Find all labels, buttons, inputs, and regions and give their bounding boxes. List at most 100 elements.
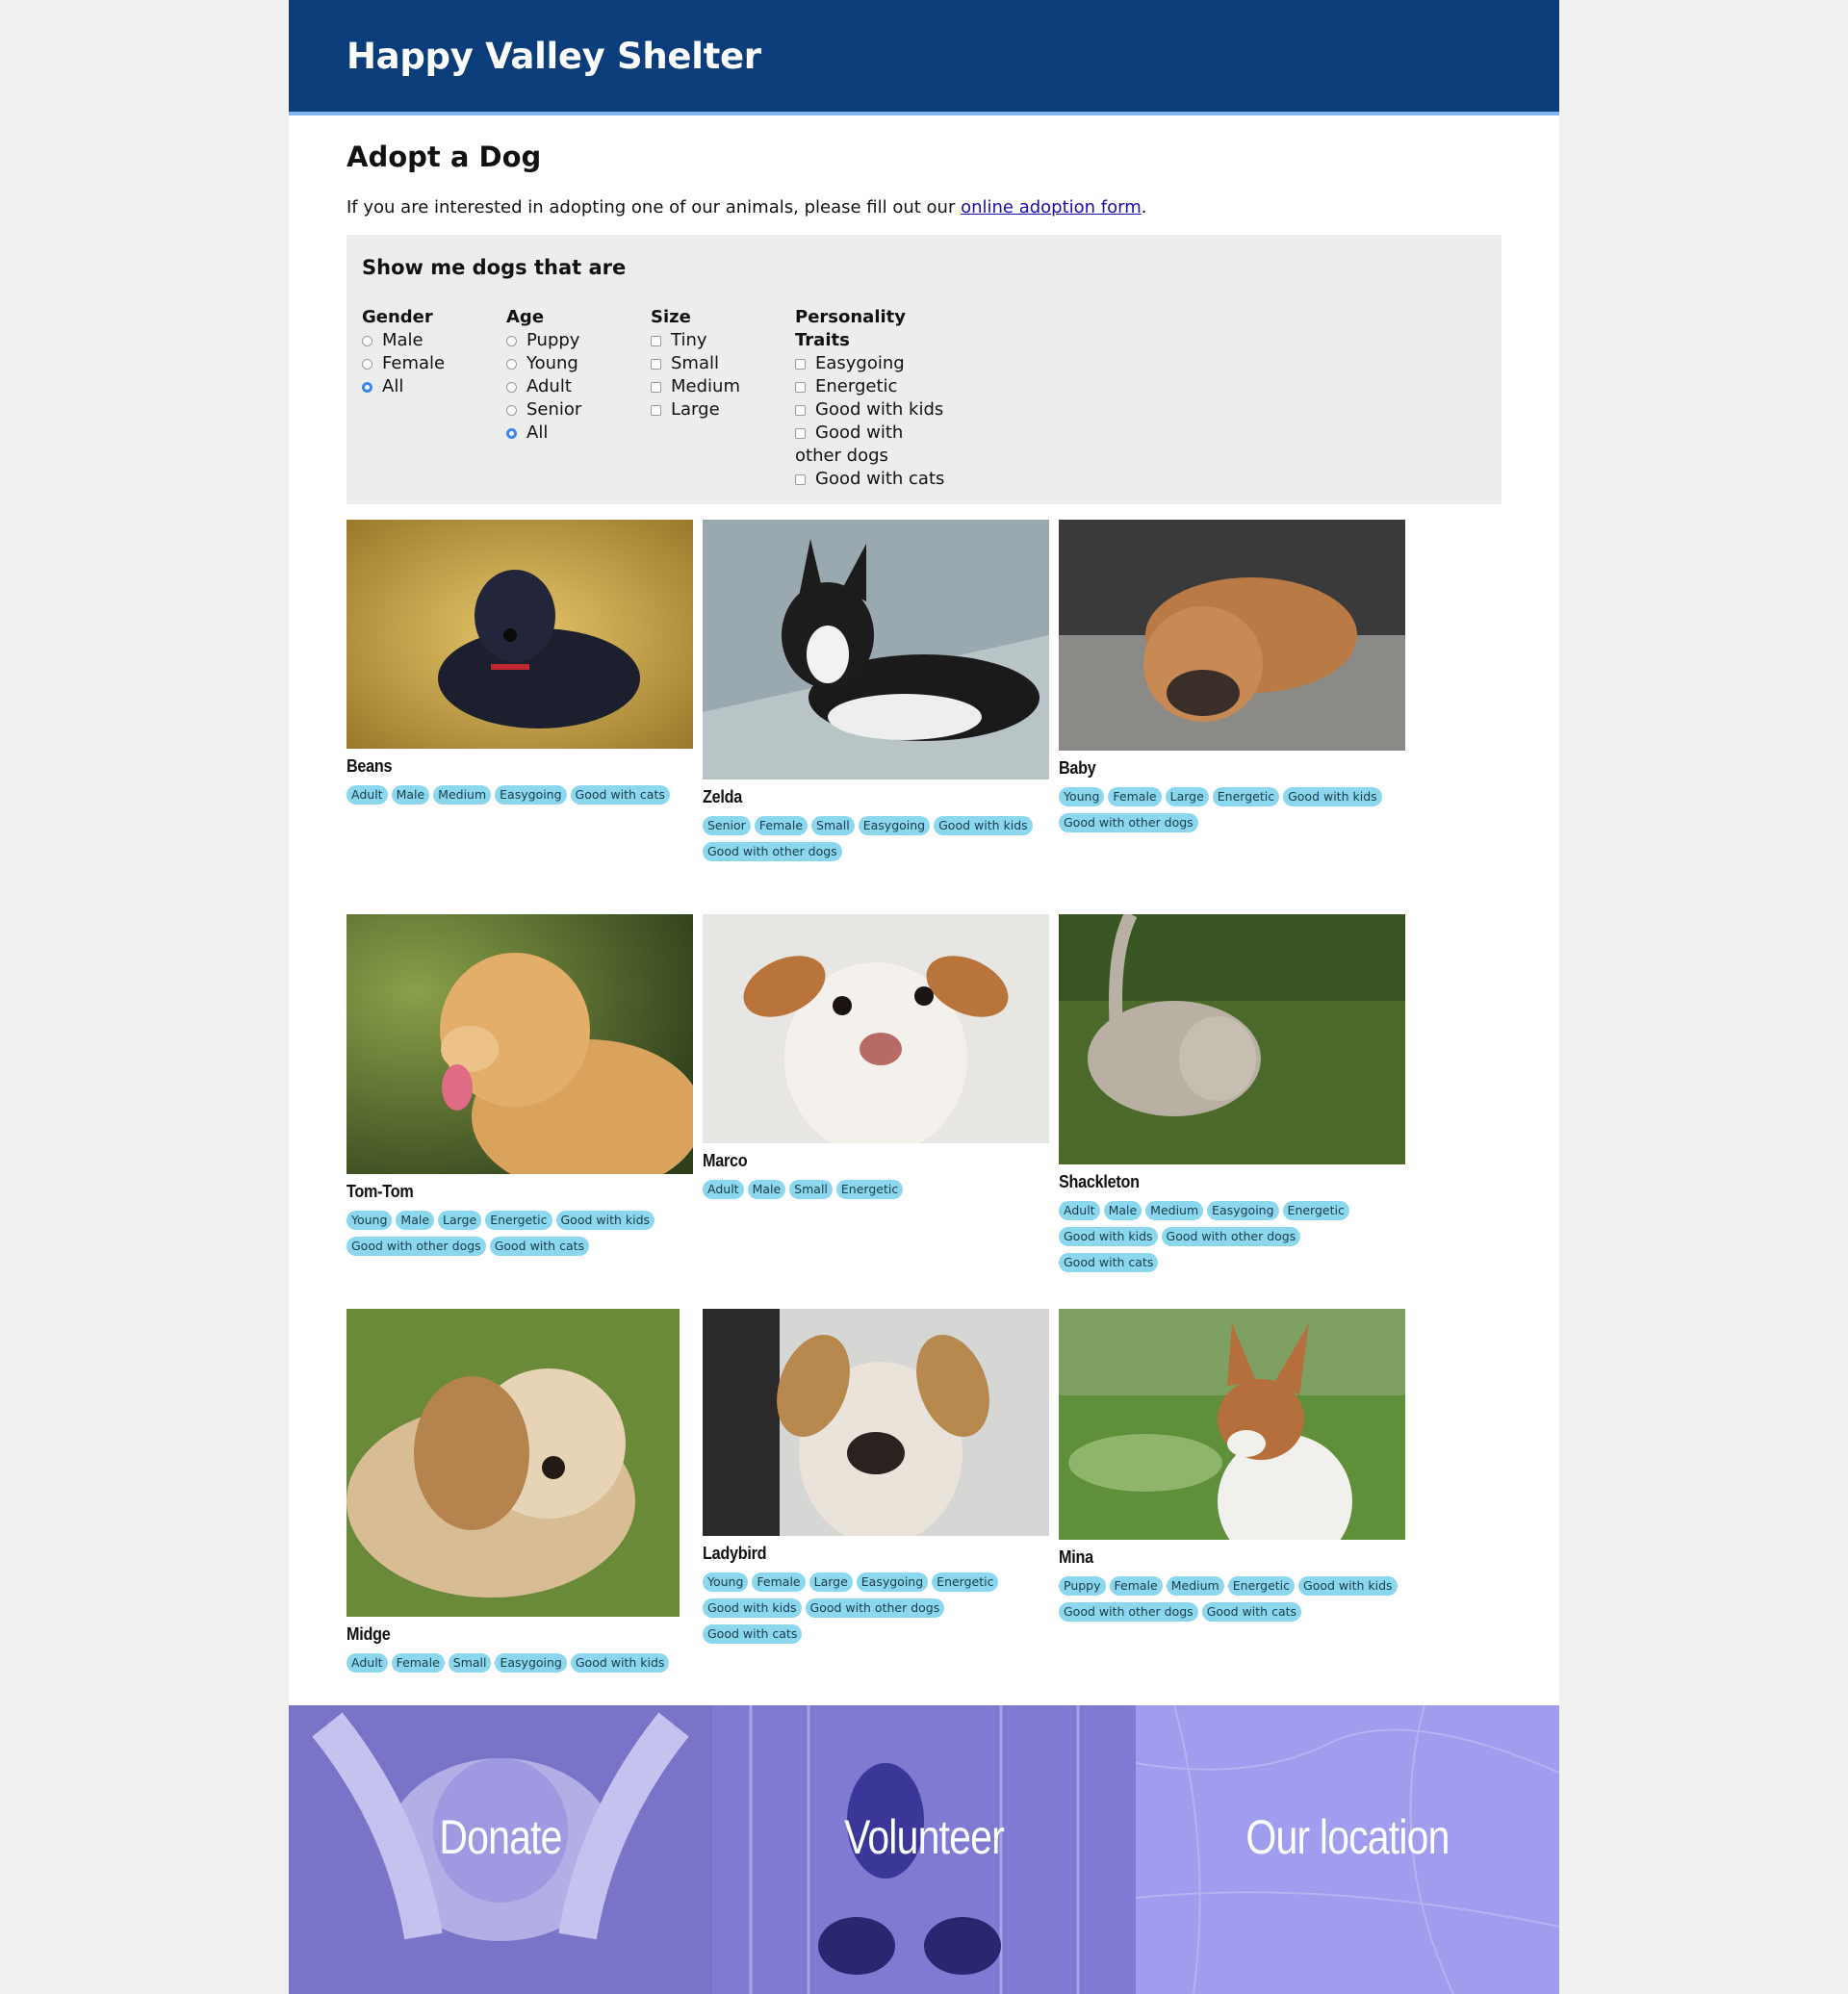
location-panel[interactable]: Our location <box>1136 1705 1559 1994</box>
dog-tag: Easygoing <box>495 1653 567 1673</box>
radio-icon[interactable] <box>362 336 372 346</box>
radio-icon[interactable] <box>506 359 517 370</box>
option-label: Senior <box>526 399 582 420</box>
dog-tag: Male <box>1103 1201 1142 1220</box>
checkbox-icon[interactable] <box>795 474 806 485</box>
size-filter-title: Size <box>651 307 691 327</box>
dog-card[interactable]: Beans Adult Male Medium Easygoing Good with … <box>346 520 693 806</box>
age-option-adult[interactable]: Adult <box>506 375 581 398</box>
trait-option-energetic[interactable]: Energetic <box>795 375 939 398</box>
dog-photo[interactable] <box>703 914 1049 1143</box>
dog-tag: Male <box>391 785 430 805</box>
trait-option-good-with-other-dogs[interactable]: Good with other dogs <box>795 422 911 468</box>
dog-name[interactable]: Beans <box>346 756 658 777</box>
dog-photo[interactable] <box>703 1309 1049 1536</box>
gender-option-male[interactable]: Male <box>362 329 445 352</box>
dog-tag: Energetic <box>1282 1201 1349 1220</box>
radio-checked-icon[interactable] <box>506 428 517 439</box>
checkbox-icon[interactable] <box>651 382 661 393</box>
dog-name[interactable]: Marco <box>703 1151 1014 1171</box>
size-option-tiny[interactable]: Tiny <box>651 329 740 352</box>
age-filter-title: Age <box>506 307 545 327</box>
age-option-senior[interactable]: Senior <box>506 398 581 422</box>
checkbox-icon[interactable] <box>651 405 661 416</box>
radio-checked-icon[interactable] <box>362 382 372 393</box>
checkbox-icon[interactable] <box>795 405 806 416</box>
dog-card[interactable]: Baby Young Female Large Energetic Good with … <box>1059 520 1405 834</box>
dog-photo[interactable] <box>1059 520 1405 751</box>
dog-photo-marco <box>703 914 1049 1143</box>
intro-text: If you are interested in adopting one of… <box>346 196 1502 219</box>
dog-photo[interactable] <box>703 520 1049 780</box>
dog-tags: Adult Female Small Easygoing Good with kids <box>346 1649 693 1674</box>
dog-card[interactable]: Ladybird Young Female Large Easygoing Energe… <box>703 1309 1049 1646</box>
dog-tag: Good with cats <box>570 785 670 805</box>
size-option-large[interactable]: Large <box>651 398 740 422</box>
radio-icon[interactable] <box>506 336 517 346</box>
dog-tag: Small <box>811 816 855 835</box>
dog-tag: Easygoing <box>856 1572 929 1592</box>
dog-card[interactable]: Mina Puppy Female Medium Energetic Good with… <box>1059 1309 1405 1623</box>
age-option-all[interactable]: All <box>506 422 581 445</box>
adoption-form-link[interactable]: online adoption form <box>961 197 1142 217</box>
gender-filter-title: Gender <box>362 307 433 327</box>
option-label: Puppy <box>526 330 580 350</box>
size-option-medium[interactable]: Medium <box>651 375 740 398</box>
checkbox-icon[interactable] <box>795 428 806 439</box>
dog-name[interactable]: Midge <box>346 1624 658 1645</box>
size-option-small[interactable]: Small <box>651 352 740 375</box>
dog-card[interactable]: Tom-Tom Young Male Large Energetic Good with… <box>346 914 693 1258</box>
dog-card[interactable]: Shackleton Adult Male Medium Easygoing Energ… <box>1059 914 1405 1274</box>
dog-photo[interactable] <box>1059 914 1405 1164</box>
site-title[interactable]: Happy Valley Shelter <box>346 36 761 77</box>
volunteer-label[interactable]: Volunteer <box>751 1809 1098 1865</box>
dog-tag: Small <box>789 1180 833 1199</box>
dog-name[interactable]: Zelda <box>703 787 1014 807</box>
dog-tag: Good with cats <box>1201 1602 1302 1622</box>
checkbox-icon[interactable] <box>651 336 661 346</box>
trait-option-good-with-kids[interactable]: Good with kids <box>795 398 943 422</box>
dog-name[interactable]: Tom-Tom <box>346 1182 658 1202</box>
location-label[interactable]: Our location <box>1174 1809 1522 1865</box>
trait-option-good-with-cats[interactable]: Good with cats <box>795 468 944 491</box>
dog-card[interactable]: Marco Adult Male Small Energetic <box>703 914 1049 1201</box>
dog-tag: Female <box>391 1653 445 1673</box>
radio-icon[interactable] <box>506 382 517 393</box>
option-label: Small <box>671 353 719 373</box>
dog-name[interactable]: Ladybird <box>703 1544 1014 1564</box>
checkbox-icon[interactable] <box>651 359 661 370</box>
checkbox-icon[interactable] <box>795 359 806 370</box>
option-label: Female <box>382 353 446 373</box>
gender-option-female[interactable]: Female <box>362 352 445 375</box>
dog-name[interactable]: Mina <box>1059 1547 1371 1568</box>
dog-name[interactable]: Shackleton <box>1059 1172 1371 1192</box>
gender-option-all[interactable]: All <box>362 375 445 398</box>
option-label: Large <box>671 399 720 420</box>
dog-photo[interactable] <box>346 520 693 749</box>
donate-panel[interactable]: Donate <box>289 1705 712 1994</box>
dog-photo[interactable] <box>346 914 693 1174</box>
dog-tag: Young <box>346 1211 393 1230</box>
dog-tag: Good with kids <box>1298 1576 1398 1596</box>
radio-icon[interactable] <box>362 359 372 370</box>
dog-grid: Beans Adult Male Medium Easygoing Good with … <box>346 520 1502 1703</box>
filter-panel: Show me dogs that are Gender Male Female… <box>346 235 1502 504</box>
age-option-young[interactable]: Young <box>506 352 581 375</box>
dog-tag: Medium <box>1166 1576 1224 1596</box>
volunteer-panel[interactable]: Volunteer <box>712 1705 1136 1994</box>
dog-tag: Male <box>747 1180 786 1199</box>
dog-photo-zelda <box>703 520 1049 780</box>
radio-icon[interactable] <box>506 405 517 416</box>
dog-tag: Good with other dogs <box>703 842 842 861</box>
age-option-puppy[interactable]: Puppy <box>506 329 581 352</box>
dog-name[interactable]: Baby <box>1059 758 1371 779</box>
donate-label[interactable]: Donate <box>327 1809 675 1865</box>
trait-option-easygoing[interactable]: Easygoing <box>795 352 939 375</box>
dog-photo[interactable] <box>1059 1309 1405 1540</box>
dog-tag: Energetic <box>1212 787 1280 806</box>
dog-photo[interactable] <box>346 1309 680 1617</box>
dog-card[interactable]: Zelda Senior Female Small Easygoing Good wit… <box>703 520 1049 863</box>
option-label: Good with other dogs <box>795 422 904 466</box>
checkbox-icon[interactable] <box>795 382 806 393</box>
dog-card[interactable]: Midge Adult Female Small Easygoing Good with… <box>346 1309 693 1674</box>
